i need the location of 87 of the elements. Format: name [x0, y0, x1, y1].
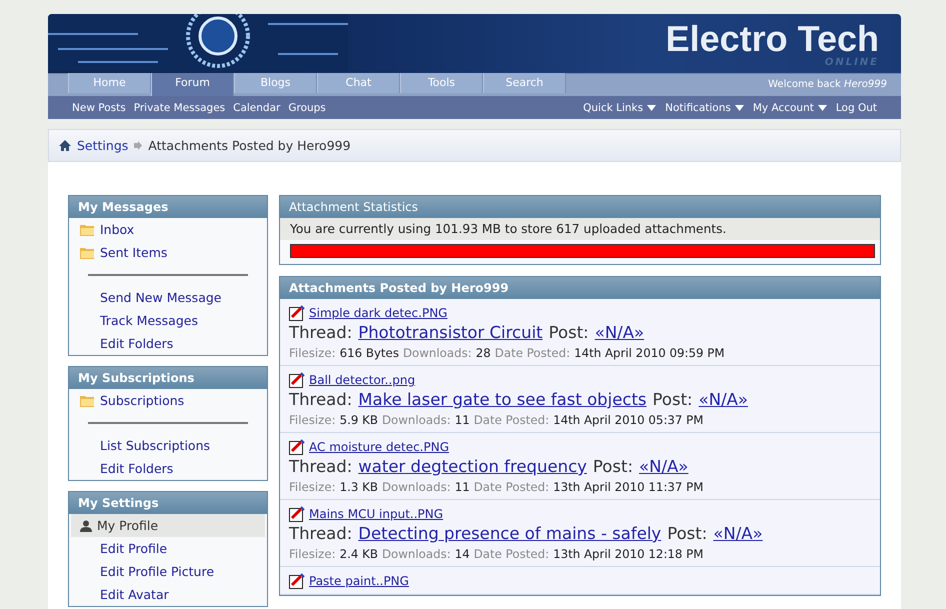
sidebar-link[interactable]: Sent Items [69, 241, 267, 264]
sidebar-link[interactable]: Edit Profile [69, 537, 267, 560]
folder-icon [80, 224, 95, 236]
sidebar-link[interactable]: Subscriptions [69, 389, 267, 412]
meta-value: 11 [454, 413, 470, 427]
meta-value: 616 Bytes [340, 346, 399, 360]
meta-label: Filesize: [289, 413, 336, 427]
image-file-icon [289, 305, 305, 321]
site-logo: Electro Tech [666, 20, 879, 58]
thread-link[interactable]: water degtection frequency [358, 457, 587, 476]
meta-value: 13th April 2010 12:18 PM [553, 547, 704, 561]
panel-header: My Settings [69, 492, 267, 514]
meta-label: Downloads: [382, 413, 451, 427]
sidebar-link[interactable]: Edit Folders [69, 332, 267, 355]
meta-value: 11 [454, 480, 470, 494]
sidebar-link[interactable]: Edit Profile Picture [69, 560, 267, 583]
sidebar-link[interactable]: Inbox [69, 218, 267, 241]
meta-value: 5.9 KB [340, 413, 378, 427]
thread-label: Thread: [289, 390, 352, 409]
thread-label: Thread: [289, 323, 352, 342]
folder-icon [80, 394, 95, 406]
meta-label: Date Posted: [474, 547, 550, 561]
post-link[interactable]: «N/A» [639, 457, 688, 476]
meta-value: 1.3 KB [340, 480, 378, 494]
panel-header: Attachments Posted by Hero999 [280, 277, 880, 299]
attachment-link[interactable]: Simple dark detec.PNG [309, 306, 448, 320]
home-icon [59, 140, 71, 151]
person-icon [80, 520, 92, 532]
meta-label: Downloads: [382, 547, 451, 561]
attachment-link[interactable]: AC moisture detec.PNG [309, 440, 449, 454]
breadcrumb-current: Attachments Posted by Hero999 [148, 138, 351, 153]
attachment-link[interactable]: Mains MCU input..PNG [309, 507, 444, 521]
arrow-icon [134, 141, 142, 150]
folder-icon [80, 246, 95, 258]
meta-value: 14 [454, 547, 470, 561]
attachment-link[interactable]: Paste paint..PNG [309, 574, 409, 588]
meta-value: 2.4 KB [340, 547, 378, 561]
meta-label: Filesize: [289, 547, 336, 561]
breadcrumb-link[interactable]: Settings [77, 138, 128, 153]
thread-link[interactable]: Detecting presence of mains - safely [358, 524, 662, 543]
sidebar-link[interactable]: Edit Avatar [69, 583, 267, 606]
subnav-link[interactable]: New Posts [72, 102, 126, 114]
meta-label: Date Posted: [494, 346, 570, 360]
subnav-link[interactable]: My Account [752, 102, 827, 114]
meta-value: 28 [476, 346, 491, 360]
meta-label: Date Posted: [474, 413, 550, 427]
meta-label: Filesize: [289, 480, 336, 494]
welcome-text: Welcome back Hero999 [768, 79, 888, 92]
subnav-link[interactable]: Private Messages [134, 102, 226, 114]
panel-header: My Messages [69, 196, 267, 218]
subnav-link[interactable]: Log Out [836, 102, 877, 114]
panel-header: My Subscriptions [69, 367, 267, 389]
thread-label: Thread: [289, 457, 352, 476]
sidebar-link[interactable]: My Profile [71, 514, 265, 537]
meta-value: 14th April 2010 05:37 PM [553, 413, 704, 427]
thread-label: Thread: [289, 524, 352, 543]
subnav-link[interactable]: Notifications [665, 102, 744, 114]
image-file-icon [289, 506, 305, 522]
subnav-link[interactable]: Groups [288, 102, 326, 114]
subnav-link[interactable]: Quick Links [583, 102, 656, 114]
meta-value: 13th April 2010 11:37 PM [553, 480, 704, 494]
post-link[interactable]: «N/A» [594, 323, 644, 342]
meta-label: Downloads: [402, 346, 472, 360]
image-file-icon [289, 372, 305, 388]
image-file-icon [289, 439, 305, 455]
post-link[interactable]: «N/A» [698, 390, 748, 409]
image-file-icon [289, 573, 305, 589]
attachment-link[interactable]: Ball detector..png [309, 373, 416, 387]
meta-label: Downloads: [382, 480, 451, 494]
sidebar-link[interactable]: Send New Message [69, 286, 267, 309]
sidebar-link[interactable]: Track Messages [69, 309, 267, 332]
panel-header: Attachment Statistics [280, 196, 880, 218]
nav-tab[interactable]: Forum [151, 72, 234, 96]
sidebar-link[interactable]: List Subscriptions [69, 434, 267, 457]
post-label: Post: [548, 323, 589, 342]
subnav-link[interactable]: Calendar [233, 102, 280, 114]
thread-link[interactable]: Make laser gate to see fast objects [358, 390, 647, 409]
post-label: Post: [667, 524, 708, 543]
meta-value: 14th April 2010 09:59 PM [574, 346, 724, 360]
post-label: Post: [652, 390, 693, 409]
meta-label: Date Posted: [474, 480, 550, 494]
meta-label: Filesize: [289, 346, 336, 360]
post-label: Post: [592, 457, 634, 476]
sidebar-link[interactable]: Edit Folders [69, 457, 267, 480]
thread-link[interactable]: Phototransistor Circuit [358, 323, 543, 342]
usage-text: You are currently using 101.93 MB to store 617 uploaded attachments. [280, 218, 880, 240]
post-link[interactable]: «N/A» [713, 524, 763, 543]
